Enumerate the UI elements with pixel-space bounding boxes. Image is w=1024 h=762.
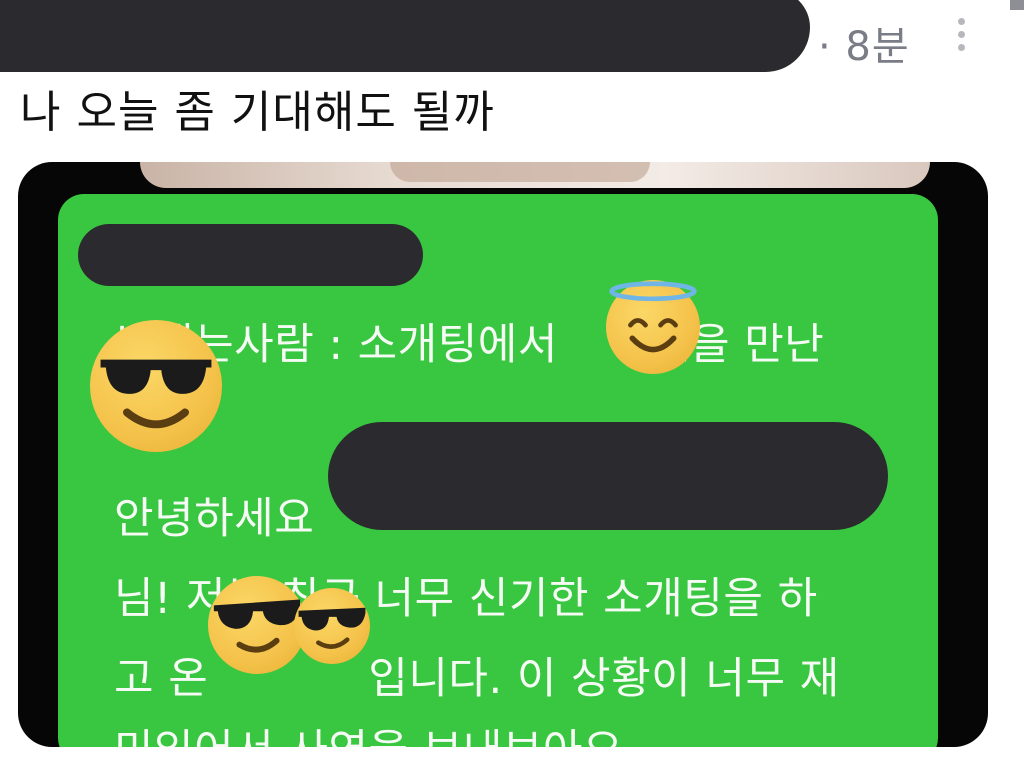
post-body-text: 나 오늘 좀 기대해도 될까 — [20, 87, 495, 138]
scrollbar-thumb[interactable] — [1010, 0, 1024, 10]
attached-image[interactable]: 보내는사람 : 소개팅에서 팬을 만난 안녕하세요 님! 저는 최근 너무 신기한… — [18, 162, 988, 747]
post-screen: · 8분 나 오늘 좀 기대해도 될까 보내는사람 : 소개팅에서 팬을 만난 안… — [0, 0, 1024, 762]
greeting-line: 안녕하세요 — [114, 494, 315, 544]
kebab-dot — [957, 44, 965, 51]
smiling-face-with-halo-icon — [606, 280, 700, 374]
kebab-dot — [957, 18, 965, 25]
smiling-face-with-sunglasses-icon — [90, 320, 222, 452]
kebab-dot — [957, 31, 965, 38]
kebab-more-icon[interactable] — [955, 18, 967, 58]
username-redaction — [0, 0, 810, 72]
card-body-redaction — [328, 422, 888, 530]
card-name-redaction — [78, 224, 423, 286]
message-line-4: 미있어서 사연을 보내보아요. — [114, 716, 637, 747]
line-3-head: 고 온 — [114, 654, 209, 704]
post-timestamp: · 8분 — [818, 24, 910, 70]
smiling-face-with-sunglasses-icon — [208, 576, 306, 674]
photo-edge — [140, 162, 930, 188]
message-card: 보내는사람 : 소개팅에서 팬을 만난 안녕하세요 님! 저는 최근 너무 신기한… — [58, 194, 938, 747]
smiling-face-with-sunglasses-icon — [294, 588, 370, 664]
line-3-tail: 입니다. 이 상황이 너무 재 — [368, 654, 840, 704]
